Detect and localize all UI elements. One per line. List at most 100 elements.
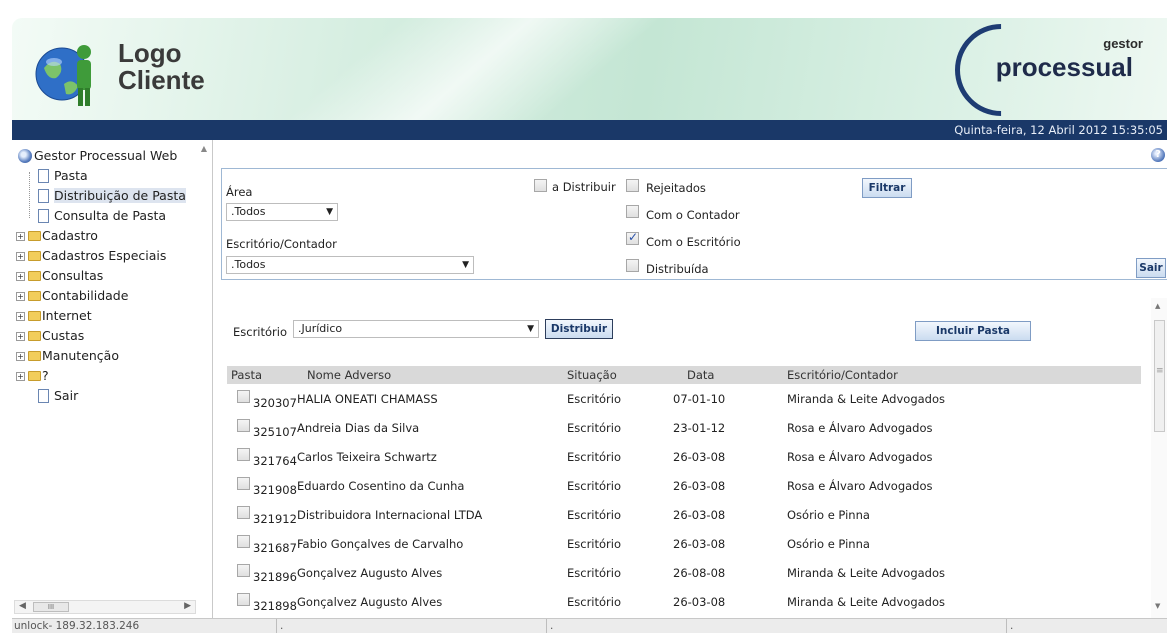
status-segment: . [276, 619, 283, 633]
table-row[interactable]: 325107 Andreia Dias da Silva Escritório … [227, 413, 1141, 442]
com-o-contador-checkbox[interactable] [626, 205, 639, 218]
table-row[interactable]: 321764 Carlos Teixeira Schwartz Escritór… [227, 442, 1141, 471]
cell-nome: Andreia Dias da Silva [297, 421, 420, 435]
com-o-escritorio-checkbox[interactable] [626, 230, 639, 245]
app-header: Logo Cliente gestor processual [12, 18, 1167, 120]
folder-icon [28, 371, 41, 381]
sidebar-item-internet[interactable]: + Internet [16, 306, 186, 326]
sidebar-item-label: Contabilidade [42, 288, 129, 303]
results-vertical-scrollbar[interactable]: ▲ ≡ ▼ [1151, 298, 1167, 618]
client-logo-text: Logo Cliente [118, 40, 205, 94]
cell-escritorio: Miranda & Leite Advogados [787, 392, 946, 406]
escritorio-label: Escritório [233, 325, 288, 339]
folder-icon [28, 251, 41, 261]
a-distribuir-checkbox[interactable] [534, 179, 547, 192]
row-checkbox[interactable] [237, 564, 250, 577]
expand-icon[interactable]: + [16, 332, 25, 341]
sidebar-item-consulta-de-pasta[interactable]: Consulta de Pasta [16, 206, 186, 226]
chevron-down-icon: ▼ [326, 207, 333, 217]
expand-icon[interactable]: + [16, 252, 25, 261]
area-label: Área [226, 185, 253, 199]
sidebar-item-manutencao[interactable]: + Manutenção [16, 346, 186, 366]
filtrar-button[interactable]: Filtrar [862, 178, 912, 198]
escritorio-select[interactable]: .Jurídico ▼ [293, 320, 539, 338]
sidebar-vertical-scrollbar[interactable]: ▲ [197, 144, 211, 594]
date-bar: Quinta-feira, 12 Abril 2012 15:35:05 [12, 120, 1167, 140]
table-row[interactable]: 321896 Gonçalvez Augusto Alves Escritóri… [227, 558, 1141, 587]
nav-root[interactable]: Gestor Processual Web [16, 146, 186, 166]
cell-pasta: 321687 [253, 541, 297, 555]
table-row[interactable]: 321898 Gonçalvez Augusto Alves Escritóri… [227, 587, 1141, 616]
cell-nome: HALIA ONEATI CHAMASS [297, 392, 438, 406]
cell-situacao: Escritório [567, 595, 622, 609]
sidebar-item-help[interactable]: + ? [16, 366, 186, 386]
scroll-thumb[interactable]: ≡ [1154, 320, 1165, 432]
sidebar-item-label: Internet [42, 308, 92, 323]
row-checkbox[interactable] [237, 419, 250, 432]
scroll-up-icon[interactable]: ▲ [197, 144, 211, 153]
page-icon [38, 169, 49, 183]
table-row[interactable]: 321908 Eduardo Cosentino da Cunha Escrit… [227, 471, 1141, 500]
table-row[interactable]: 321912 Distribuidora Internacional LTDA … [227, 500, 1141, 529]
area-select[interactable]: .Todos ▼ [226, 203, 338, 221]
sidebar-item-sair[interactable]: Sair [16, 386, 186, 406]
cell-data: 26-03-08 [673, 508, 726, 522]
cell-data: 23-01-12 [673, 421, 726, 435]
brand-subtitle: gestor [1103, 36, 1143, 51]
column-header-escritorio-contador[interactable]: Escritório/Contador [787, 366, 898, 384]
scroll-up-icon[interactable]: ▲ [1155, 302, 1160, 310]
sidebar-item-label: Pasta [54, 168, 88, 183]
scroll-right-icon[interactable]: ▶ [184, 601, 191, 611]
distribuida-checkbox[interactable] [626, 259, 639, 272]
help-icon[interactable]: ? [1151, 148, 1165, 162]
scroll-thumb[interactable]: III [33, 602, 69, 612]
column-header-situacao[interactable]: Situação [567, 366, 617, 384]
expand-icon[interactable]: + [16, 292, 25, 301]
sidebar-item-cadastro[interactable]: + Cadastro [16, 226, 186, 246]
sidebar-item-distribuicao-de-pasta[interactable]: Distribuição de Pasta [16, 186, 186, 206]
row-checkbox[interactable] [237, 535, 250, 548]
scroll-down-icon[interactable]: ▼ [1155, 602, 1160, 610]
expand-icon[interactable]: + [16, 372, 25, 381]
cell-situacao: Escritório [567, 392, 622, 406]
row-checkbox[interactable] [237, 477, 250, 490]
row-checkbox[interactable] [237, 593, 250, 606]
expand-icon[interactable]: + [16, 352, 25, 361]
sidebar-horizontal-scrollbar[interactable]: ◀ III ▶ [14, 600, 196, 614]
page-icon [38, 389, 49, 403]
table-row[interactable]: 320307 HALIA ONEATI CHAMASS Escritório 0… [227, 384, 1141, 413]
cell-data: 26-03-08 [673, 450, 726, 464]
folder-icon [28, 351, 41, 361]
sair-button[interactable]: Sair [1136, 258, 1166, 278]
distribuir-button[interactable]: Distribuir [545, 319, 613, 339]
cell-nome: Distribuidora Internacional LTDA [297, 508, 483, 522]
row-checkbox[interactable] [237, 448, 250, 461]
escritorio-contador-select[interactable]: .Todos ▼ [226, 256, 474, 274]
sidebar-item-label: Consultas [42, 268, 104, 283]
scroll-left-icon[interactable]: ◀ [19, 601, 26, 611]
page-icon [38, 189, 49, 203]
sidebar-item-label: Consulta de Pasta [54, 208, 167, 223]
column-header-data[interactable]: Data [687, 366, 714, 384]
cell-pasta: 321908 [253, 483, 297, 497]
sidebar-item-contabilidade[interactable]: + Contabilidade [16, 286, 186, 306]
column-header-nome-adverso[interactable]: Nome Adverso [307, 366, 391, 384]
sidebar-item-label: Cadastro [42, 228, 98, 243]
expand-icon[interactable]: + [16, 312, 25, 321]
incluir-pasta-button[interactable]: Incluir Pasta [915, 321, 1031, 341]
rejeitados-checkbox[interactable] [626, 179, 639, 192]
row-checkbox[interactable] [237, 390, 250, 403]
cell-situacao: Escritório [567, 508, 622, 522]
cell-escritorio: Rosa e Álvaro Advogados [787, 421, 933, 435]
column-header-pasta[interactable]: Pasta [231, 366, 262, 384]
sidebar-item-consultas[interactable]: + Consultas [16, 266, 186, 286]
sidebar-item-cadastros-especiais[interactable]: + Cadastros Especiais [16, 246, 186, 266]
sidebar-item-custas[interactable]: + Custas [16, 326, 186, 346]
table-row[interactable]: 321687 Fabio Gonçalves de Carvalho Escri… [227, 529, 1141, 558]
sidebar-item-pasta[interactable]: Pasta [16, 166, 186, 186]
brand-title: processual [995, 52, 1133, 82]
sidebar-item-label: Manutenção [42, 348, 119, 363]
expand-icon[interactable]: + [16, 232, 25, 241]
row-checkbox[interactable] [237, 506, 250, 519]
expand-icon[interactable]: + [16, 272, 25, 281]
